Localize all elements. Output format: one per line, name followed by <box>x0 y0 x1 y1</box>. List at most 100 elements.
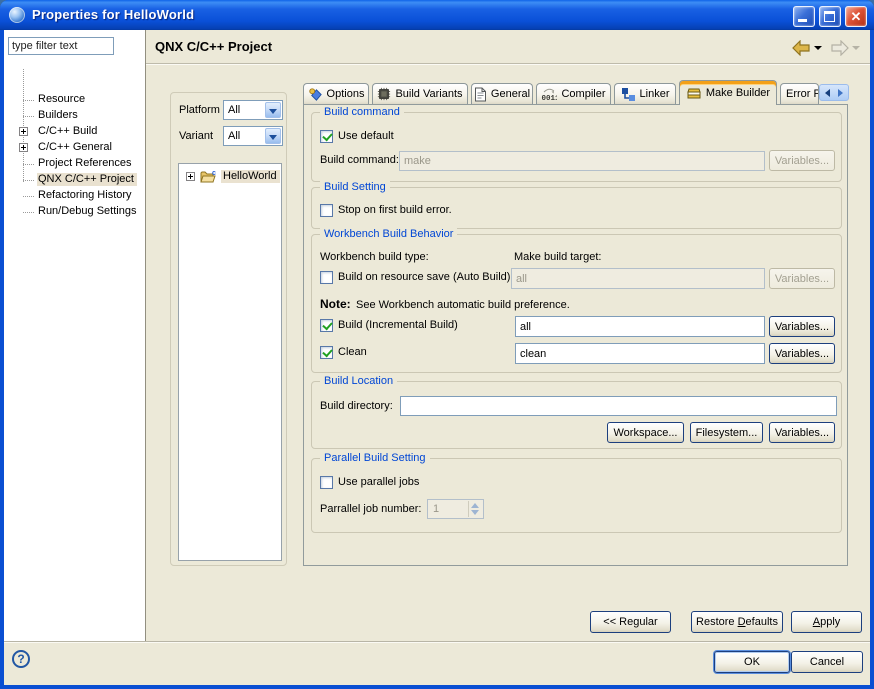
make-builder-panel: Build command Use default Build command:… <box>303 104 848 566</box>
properties-dialog: Properties for HelloWorld ✕ Resource Bui… <box>0 0 874 689</box>
stop-on-first-error-checkbox[interactable] <box>320 204 333 217</box>
ok-button[interactable]: OK <box>714 651 790 673</box>
group-title: Build Location <box>320 375 397 387</box>
clean-checkbox[interactable] <box>320 346 333 359</box>
restore-defaults-button[interactable]: Restore Defaults <box>691 611 783 633</box>
variables-button[interactable]: Variables... <box>769 343 835 364</box>
parallel-job-number-label: Parrallel job number: <box>320 503 422 515</box>
tab-general[interactable]: General <box>471 83 533 104</box>
tab-make-builder[interactable]: Make Builder <box>679 80 777 105</box>
tab-options[interactable]: Options <box>303 83 369 104</box>
page-title: QNX C/C++ Project <box>155 39 272 54</box>
titlebar[interactable]: Properties for HelloWorld ✕ <box>0 0 874 30</box>
auto-build-target-input <box>511 268 765 289</box>
project-tree: c HelloWorld <box>178 163 282 561</box>
maximize-icon <box>824 11 835 22</box>
incremental-target-input[interactable] <box>515 316 765 337</box>
chip-icon <box>377 87 391 101</box>
use-parallel-jobs-label: Use parallel jobs <box>338 476 419 488</box>
variables-button[interactable]: Variables... <box>769 316 835 337</box>
workspace-button[interactable]: Workspace... <box>607 422 684 443</box>
sidebar-item-run-debug-settings[interactable]: Run/Debug Settings <box>4 204 144 220</box>
sidebar-item-ccpp-general[interactable]: C/C++ General <box>4 140 144 156</box>
variables-button[interactable]: Variables... <box>769 422 835 443</box>
build-location-group: Build Location Build directory: Workspac… <box>311 381 842 449</box>
build-directory-input[interactable] <box>400 396 837 416</box>
platform-select[interactable]: All <box>223 100 283 120</box>
sidebar-item-builders[interactable]: Builders <box>4 108 144 124</box>
build-command-input <box>399 151 765 171</box>
expand-plus-icon[interactable] <box>19 143 28 152</box>
platform-label: Platform <box>179 104 220 116</box>
note-label: Note: <box>320 297 351 311</box>
help-icon[interactable]: ? <box>12 650 30 668</box>
stop-on-first-error-label: Stop on first build error. <box>338 204 452 216</box>
incremental-build-label: Build (Incremental Build) <box>338 319 458 331</box>
sidebar-item-resource[interactable]: Resource <box>4 92 144 108</box>
sidebar-item-project-references[interactable]: Project References <box>4 156 144 172</box>
build-command-label: Build command: <box>320 154 399 166</box>
spinner-down-icon <box>471 510 479 515</box>
note-text: See Workbench automatic build preference… <box>356 299 570 311</box>
tab-scroll-control <box>819 84 849 101</box>
minimize-button[interactable] <box>793 6 815 27</box>
variables-button: Variables... <box>769 150 835 171</box>
maximize-button[interactable] <box>819 6 841 27</box>
sidebar-item-refactoring-history[interactable]: Refactoring History <box>4 188 144 204</box>
use-default-label: Use default <box>338 130 394 142</box>
svg-text:c: c <box>212 170 216 177</box>
job-number-value: 1 <box>433 503 439 515</box>
back-arrow-icon[interactable] <box>792 40 811 56</box>
group-title: Build Setting <box>320 181 390 193</box>
make-build-target-label: Make build target: <box>514 251 601 263</box>
filesystem-button[interactable]: Filesystem... <box>690 422 763 443</box>
window-orb-icon <box>9 7 25 23</box>
regular-toggle-button[interactable]: << Regular <box>590 611 671 633</box>
clean-target-input[interactable] <box>515 343 765 364</box>
chevron-down-icon[interactable] <box>265 128 281 144</box>
incremental-build-checkbox[interactable] <box>320 319 333 332</box>
minimize-icon <box>798 19 807 22</box>
window-title: Properties for HelloWorld <box>32 7 194 22</box>
close-button[interactable]: ✕ <box>845 6 867 27</box>
properties-tree: Resource Builders C/C++ Build C/C++ Gene… <box>4 60 144 642</box>
expand-plus-icon[interactable] <box>19 127 28 136</box>
parallel-job-number-stepper: 1 <box>427 499 484 519</box>
forward-history-caret <box>852 46 860 50</box>
tab-compiler[interactable]: 0011 Compiler <box>536 83 611 104</box>
scroll-tabs-right-icon[interactable] <box>838 89 843 97</box>
tab-build-variants[interactable]: Build Variants <box>372 83 468 104</box>
cancel-button[interactable]: Cancel <box>791 651 863 673</box>
variant-label: Variant <box>179 130 213 142</box>
clean-label: Clean <box>338 346 367 358</box>
tab-error-parsers[interactable]: Error Pa <box>780 83 819 104</box>
project-tree-row-helloworld[interactable]: c HelloWorld <box>179 168 281 186</box>
sidebar-item-ccpp-build[interactable]: C/C++ Build <box>4 124 144 140</box>
group-title: Build command <box>320 106 404 118</box>
variables-button: Variables... <box>769 268 835 289</box>
expand-plus-icon[interactable] <box>186 172 195 181</box>
document-icon <box>474 87 487 102</box>
sidebar-item-qnx-ccpp-project[interactable]: QNX C/C++ Project <box>4 172 144 188</box>
use-parallel-jobs-checkbox[interactable] <box>320 476 333 489</box>
scroll-tabs-left-icon[interactable] <box>825 89 830 97</box>
options-tag-icon <box>308 87 323 102</box>
close-icon: ✕ <box>846 7 866 26</box>
workbench-build-type-label: Workbench build type: <box>320 251 429 263</box>
back-history-caret[interactable] <box>814 46 822 50</box>
tab-linker[interactable]: Linker <box>614 83 676 104</box>
auto-build-label: Build on resource save (Auto Build) <box>338 271 510 283</box>
build-setting-group: Build Setting Stop on first build error. <box>311 187 842 229</box>
use-default-checkbox[interactable] <box>320 130 333 143</box>
build-directory-label: Build directory: <box>320 400 393 412</box>
spinner-up-icon <box>471 503 479 508</box>
auto-build-checkbox[interactable] <box>320 271 333 284</box>
apply-button[interactable]: Apply <box>791 611 862 633</box>
filter-input[interactable] <box>8 37 114 55</box>
build-command-group: Build command Use default Build command:… <box>311 112 842 182</box>
group-title: Parallel Build Setting <box>320 452 430 464</box>
variant-select[interactable]: All <box>223 126 283 146</box>
chevron-down-icon[interactable] <box>265 102 281 118</box>
workbench-build-behavior-group: Workbench Build Behavior Workbench build… <box>311 234 842 373</box>
c-project-folder-icon: c <box>200 169 218 184</box>
